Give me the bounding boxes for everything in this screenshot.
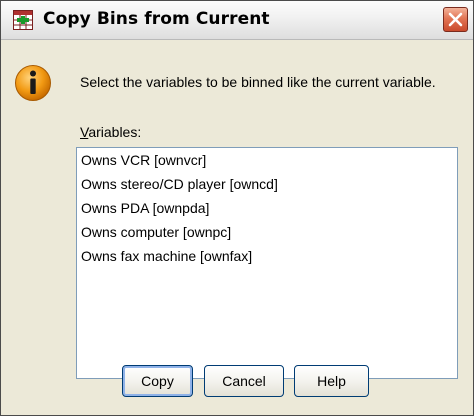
variables-label-text: ariables: <box>88 124 142 140</box>
list-item[interactable]: Owns stereo/CD player [owncd] <box>77 172 457 196</box>
info-icon <box>15 65 51 101</box>
copy-button[interactable]: Copy <box>122 365 193 397</box>
help-button[interactable]: Help <box>294 365 369 397</box>
dialog-title: Copy Bins from Current <box>43 9 270 29</box>
list-item[interactable]: Owns computer [ownpc] <box>77 220 457 244</box>
title-bar[interactable]: Copy Bins from Current <box>1 1 473 40</box>
instruction-text: Select the variables to be binned like t… <box>80 74 436 90</box>
spss-grid-icon <box>13 10 33 30</box>
close-button[interactable] <box>443 7 468 32</box>
variables-listbox[interactable]: Owns VCR [ownvcr] Owns stereo/CD player … <box>76 147 458 379</box>
list-item[interactable]: Owns fax machine [ownfax] <box>77 244 457 268</box>
list-item[interactable]: Owns VCR [ownvcr] <box>77 148 457 172</box>
copy-bins-dialog: Copy Bins from Current Select the variab… <box>0 0 474 416</box>
close-icon <box>448 12 463 27</box>
list-item[interactable]: Owns PDA [ownpda] <box>77 196 457 220</box>
variables-label: Variables: <box>80 124 141 140</box>
cancel-button[interactable]: Cancel <box>204 365 284 397</box>
dialog-body: Select the variables to be binned like t… <box>1 40 473 415</box>
